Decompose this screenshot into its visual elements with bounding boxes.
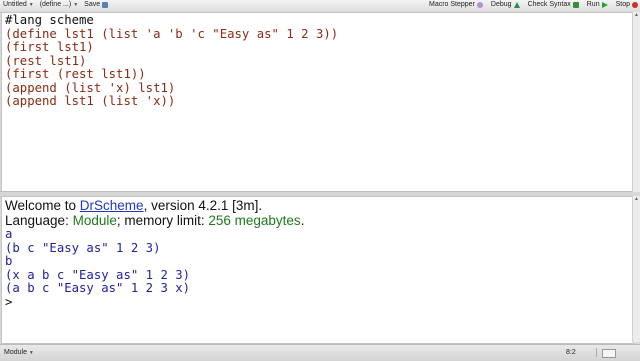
drscheme-link[interactable]: DrScheme [80, 198, 144, 213]
result-line: (x a b c "Easy as" 1 2 3) [5, 267, 191, 282]
interactions-pane[interactable]: Welcome to DrScheme, version 4.2.1 [3m].… [1, 196, 634, 344]
run-button[interactable]: Run [587, 1, 608, 8]
welcome-prefix: Welcome to [5, 198, 80, 213]
memory-value: 256 megabytes [208, 213, 301, 228]
save-label: Save [84, 1, 101, 8]
chevron-down-icon: ▼ [73, 1, 79, 8]
debug-button[interactable]: Debug [491, 1, 520, 8]
chevron-down-icon: ▼ [28, 1, 34, 8]
definitions-scrollbar[interactable]: ▲ [632, 12, 640, 192]
definitions-code[interactable]: #lang scheme (define lst1 (list 'a 'b 'c… [5, 13, 339, 109]
memory-prefix: ; memory limit: [116, 213, 209, 228]
result-line: (a b c "Easy as" 1 2 3 x) [5, 281, 191, 295]
chevron-down-icon: ▼ [28, 350, 34, 356]
memory-suffix: . [300, 213, 305, 228]
result-line: a [5, 227, 13, 241]
check-syntax-label: Check Syntax [527, 1, 571, 8]
code-line: (first lst1) [5, 40, 94, 54]
save-button[interactable]: Save [84, 1, 109, 8]
status-divider [596, 348, 597, 357]
language-selector[interactable]: Module ▼ [4, 349, 34, 356]
run-icon [601, 1, 608, 8]
save-icon [102, 1, 109, 8]
debug-label: Debug [490, 1, 512, 8]
gc-indicator [602, 349, 616, 358]
welcome-suffix: , version 4.2.1 [3m]. [143, 198, 263, 213]
language-prefix: Language: [5, 213, 73, 228]
cursor-position: 8:2 [566, 349, 576, 356]
definitions-menu[interactable]: (define ...) ▼ [40, 1, 78, 8]
scroll-up-icon[interactable]: ▲ [633, 12, 640, 19]
check-syntax-icon [572, 1, 579, 8]
code-line: (append (list 'x) lst1) [5, 80, 176, 95]
file-name-label: Untitled [3, 1, 27, 8]
result-line: (b c "Easy as" 1 2 3) [5, 240, 161, 255]
status-bar: Module ▼ 8:2 [0, 344, 640, 361]
run-label: Run [586, 1, 600, 8]
code-line: #lang scheme [5, 13, 94, 27]
check-syntax-button[interactable]: Check Syntax [528, 1, 579, 8]
macro-stepper-button[interactable]: Macro Stepper [429, 1, 483, 8]
scroll-up-icon[interactable]: ▲ [633, 196, 640, 203]
code-line: (first (rest lst1)) [5, 67, 146, 81]
code-line: (define lst1 (list 'a 'b 'c "Easy as" 1 … [5, 26, 339, 41]
language-line: Language: Module; memory limit: 256 mega… [5, 213, 304, 228]
file-name-menu[interactable]: Untitled ▼ [3, 1, 34, 8]
code-line: (rest lst1) [5, 53, 87, 68]
stop-icon [632, 1, 638, 8]
definitions-menu-label: (define ...) [39, 1, 72, 8]
macro-stepper-label: Macro Stepper [429, 1, 475, 8]
stop-button[interactable]: Stop [616, 1, 638, 8]
repl-prompt[interactable]: > [5, 295, 304, 310]
definitions-editor[interactable]: #lang scheme (define lst1 (list 'a 'b 'c… [1, 12, 634, 192]
language-selector-label: Module [4, 349, 27, 356]
macro-stepper-icon [476, 1, 483, 8]
code-line: (append lst1 (list 'x)) [5, 94, 176, 108]
welcome-message: Welcome to DrScheme, version 4.2.1 [3m]. [5, 198, 304, 213]
language-name: Module [72, 213, 117, 228]
stop-label: Stop [615, 1, 630, 8]
debug-icon [513, 1, 520, 8]
interactions-scrollbar[interactable]: ▲ [632, 196, 640, 342]
result-line: b [5, 254, 13, 268]
